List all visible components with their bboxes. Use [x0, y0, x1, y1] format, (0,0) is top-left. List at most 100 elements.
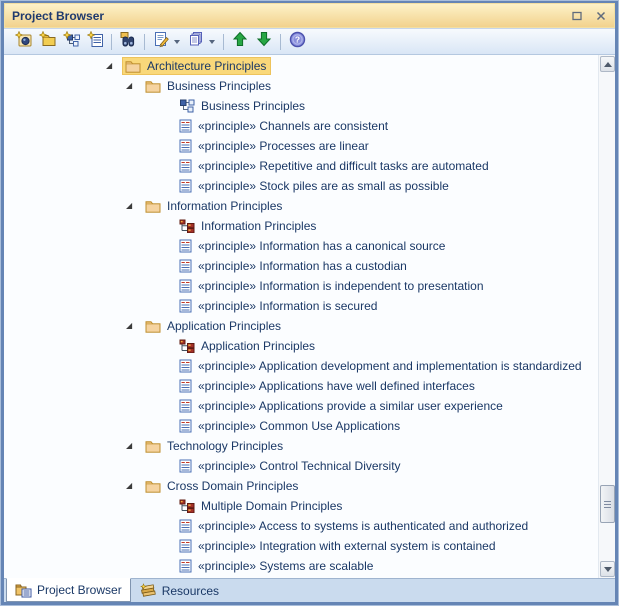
tree-item[interactable]: «principle» Application development and …	[4, 356, 598, 376]
tree-item[interactable]: «principle» Integration with external sy…	[4, 536, 598, 556]
tree-item[interactable]: Information Principles	[4, 216, 598, 236]
tree-item[interactable]: «principle» Access to systems is authent…	[4, 516, 598, 536]
scroll-down-button[interactable]	[600, 561, 615, 577]
move-down-icon	[256, 31, 272, 52]
expander-icon[interactable]: ◢	[126, 82, 142, 90]
expander-icon[interactable]: ◢	[126, 322, 142, 330]
scrollbar-thumb[interactable]	[600, 485, 615, 523]
expander-icon[interactable]: ◢	[126, 482, 142, 490]
tree: ◢Architecture Principles◢Business Princi…	[4, 56, 598, 578]
tab-resources[interactable]: Resources	[131, 579, 228, 602]
tree-item[interactable]: «principle» Applications have well defin…	[4, 376, 598, 396]
edit-document-icon	[153, 31, 170, 53]
dropdown-caret-icon[interactable]	[174, 40, 180, 44]
expander-icon[interactable]: ◢	[126, 442, 142, 450]
folder-icon	[145, 320, 161, 333]
tree-item[interactable]: «principle» Processes are linear	[4, 136, 598, 156]
tree-item-label: «principle» Processes are linear	[198, 139, 369, 153]
tree-item[interactable]: ◢Information Principles	[4, 196, 598, 216]
window-title: Project Browser	[12, 9, 104, 23]
element-icon	[179, 419, 192, 433]
tree-item-label: «principle» Information is independent t…	[198, 279, 484, 293]
tab-project-browser[interactable]: Project Browser	[6, 578, 131, 602]
expander-icon[interactable]: ◢	[106, 62, 122, 70]
toolbar-separator	[223, 34, 224, 50]
tree-item[interactable]: Multiple Domain Principles	[4, 496, 598, 516]
tree-item[interactable]: «principle» Common Use Applications	[4, 416, 598, 436]
tree-item[interactable]: «principle» Information is independent t…	[4, 276, 598, 296]
bottom-tabbar: Project Browser Resources	[4, 578, 615, 602]
dropdown-caret-icon[interactable]	[209, 40, 215, 44]
tree-item-label: «principle» Information has a canonical …	[198, 239, 445, 253]
close-button[interactable]	[595, 10, 607, 22]
resources-tab-icon	[140, 583, 157, 598]
tree-item-label: «principle» Information has a custodian	[198, 259, 407, 273]
toolbar-separator	[144, 34, 145, 50]
tree-item[interactable]: «principle» Applications provide a simil…	[4, 396, 598, 416]
new-model-button[interactable]	[11, 30, 35, 53]
tree-item-label: «principle» Stock piles are as small as …	[198, 179, 449, 193]
new-package-button[interactable]	[35, 30, 59, 53]
element-icon	[179, 559, 192, 573]
diagram-red-icon	[179, 339, 195, 353]
element-icon	[179, 399, 192, 413]
tree-item[interactable]: ◢Business Principles	[4, 76, 598, 96]
element-icon	[179, 519, 192, 533]
tree-item[interactable]: «principle» Channels are consistent	[4, 116, 598, 136]
folder-icon	[125, 60, 141, 73]
tree-panel: ◢Architecture Principles◢Business Princi…	[4, 55, 615, 578]
element-icon	[179, 299, 192, 313]
new-package-icon	[39, 31, 56, 52]
titlebar-buttons	[571, 10, 607, 22]
new-element-button[interactable]	[83, 30, 107, 53]
scrollbar-grip-icon	[604, 501, 611, 508]
tree-item[interactable]: «principle» Repetitive and difficult tas…	[4, 156, 598, 176]
tree-item[interactable]: ◢Cross Domain Principles	[4, 476, 598, 496]
expander-icon[interactable]: ◢	[126, 202, 142, 210]
tree-item[interactable]: Business Principles	[4, 96, 598, 116]
tree-item-label: «principle» Common Use Applications	[198, 419, 400, 433]
tree-item-label: Business Principles	[201, 99, 305, 113]
tree-item[interactable]: «principle» Control Technical Diversity	[4, 456, 598, 476]
tab-label: Project Browser	[37, 583, 122, 597]
tree-item-label: «principle» Control Technical Diversity	[198, 459, 401, 473]
find-in-project-browser-button[interactable]	[116, 30, 140, 53]
element-icon	[179, 239, 192, 253]
copy-button[interactable]	[184, 30, 208, 53]
edit-document-button[interactable]	[149, 30, 173, 53]
toolbar: ?	[4, 28, 615, 55]
folder-icon	[145, 80, 161, 93]
move-down-button[interactable]	[252, 30, 276, 53]
tree-item[interactable]: «principle» Information has a canonical …	[4, 236, 598, 256]
folder-icon	[145, 440, 161, 453]
tree-item[interactable]: «principle» Information is secured	[4, 296, 598, 316]
find-in-project-browser-icon	[120, 31, 136, 52]
folder-icon	[145, 200, 161, 213]
move-up-button[interactable]	[228, 30, 252, 53]
tree-item[interactable]: ◢Architecture Principles	[4, 56, 598, 76]
toolbar-separator	[111, 34, 112, 50]
move-up-icon	[232, 31, 248, 52]
element-icon	[179, 119, 192, 133]
help-button[interactable]: ?	[285, 30, 309, 53]
tree-item[interactable]: «principle» Information has a custodian	[4, 256, 598, 276]
close-icon	[596, 11, 606, 21]
tree-item[interactable]: Application Principles	[4, 336, 598, 356]
element-icon	[179, 359, 192, 373]
help-icon: ?	[289, 31, 306, 53]
vertical-scrollbar[interactable]	[598, 55, 615, 578]
element-icon	[179, 459, 192, 473]
tree-item[interactable]: ◢ Technology Principles	[4, 436, 598, 456]
tree-item[interactable]: «principle» Stock piles are as small as …	[4, 176, 598, 196]
svg-text:?: ?	[294, 34, 299, 44]
element-icon	[179, 279, 192, 293]
maximize-button[interactable]	[571, 10, 583, 22]
tree-item[interactable]: «principle» Systems are scalable	[4, 556, 598, 576]
scroll-up-button[interactable]	[600, 56, 615, 72]
new-element-icon	[87, 31, 104, 52]
tree-item[interactable]: ◢Application Principles	[4, 316, 598, 336]
element-icon	[179, 179, 192, 193]
new-diagram-button[interactable]	[59, 30, 83, 53]
tree-item-label: «principle» Channels are consistent	[198, 119, 388, 133]
tree-item-label: Technology Principles	[167, 439, 283, 453]
